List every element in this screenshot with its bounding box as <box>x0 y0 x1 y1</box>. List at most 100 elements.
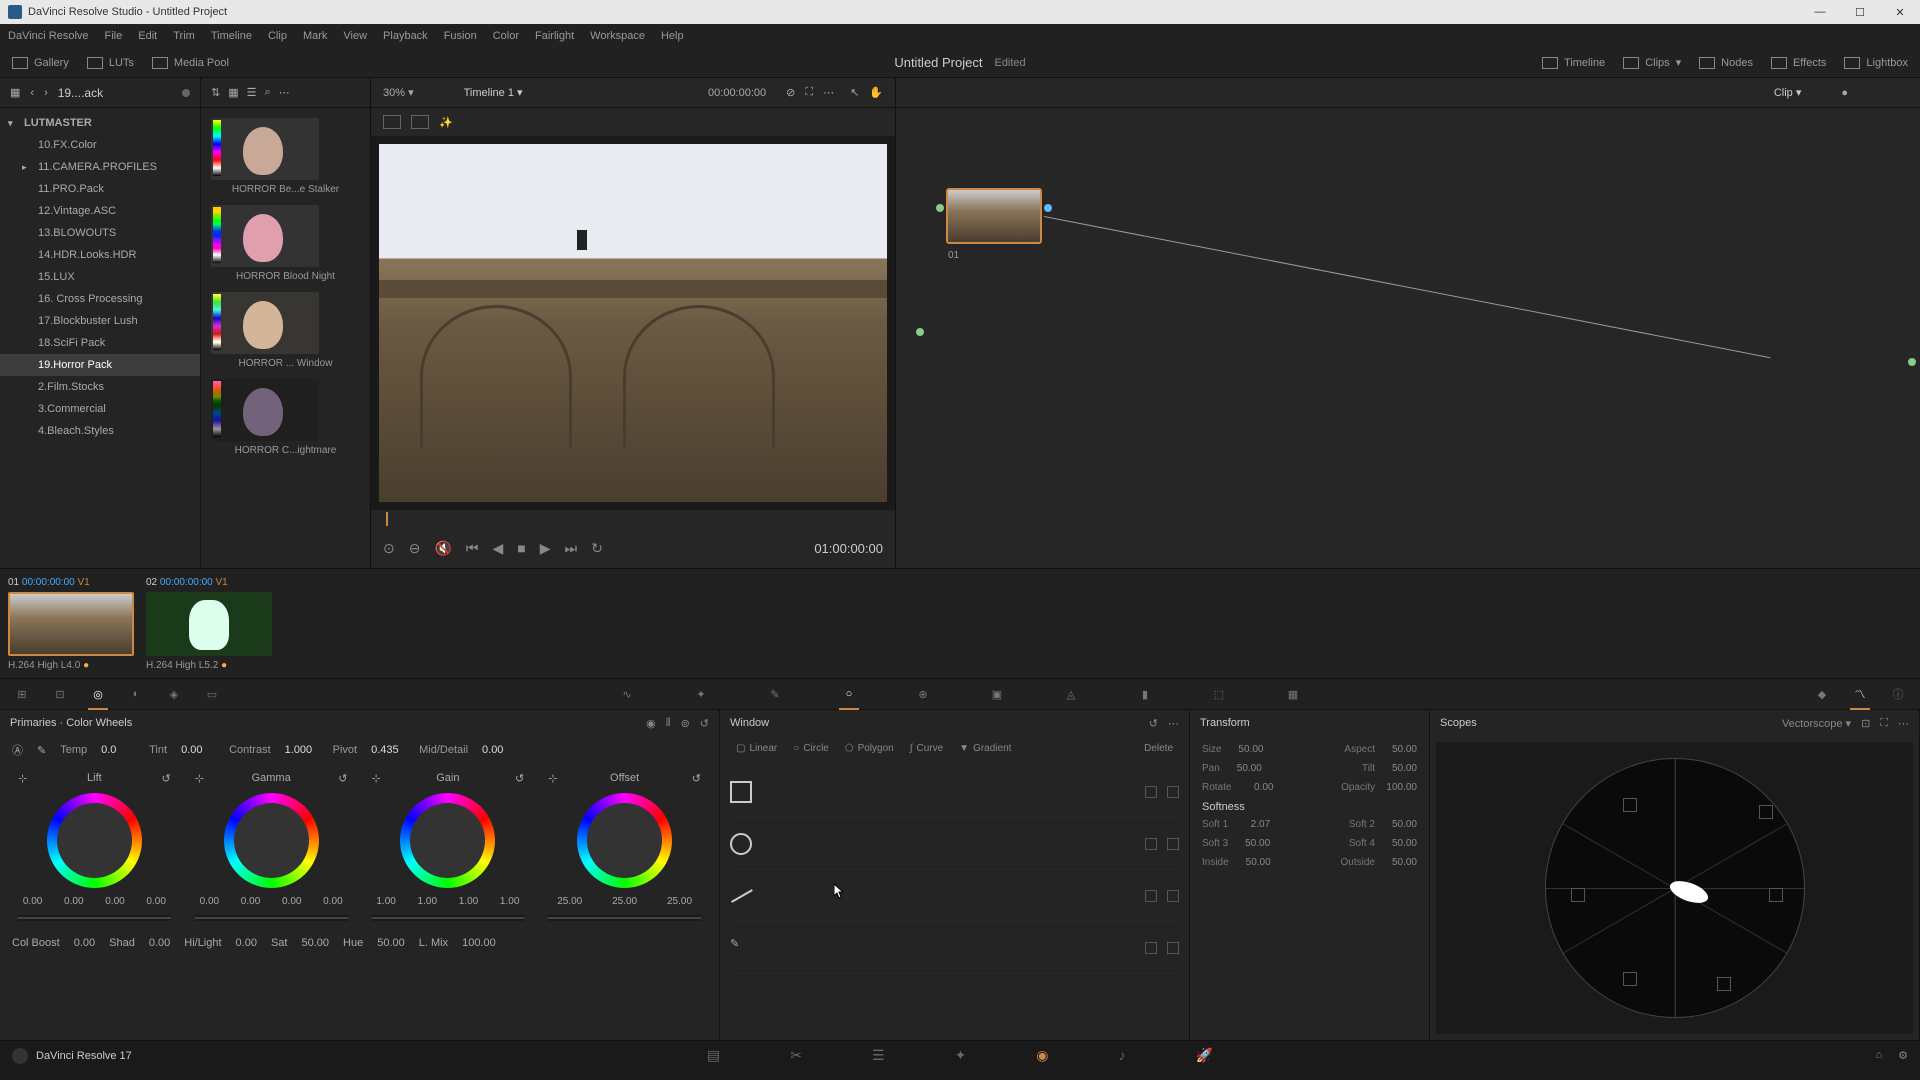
bypass-icon[interactable]: ⊘ <box>786 86 795 99</box>
window-item-circle[interactable] <box>730 818 1179 870</box>
adj-value[interactable]: 100.00 <box>462 937 496 949</box>
zoom-dropdown[interactable]: 30% ▾ <box>383 86 414 99</box>
wheel-master[interactable] <box>18 915 171 921</box>
wn-tg[interactable] <box>1145 838 1157 850</box>
stop-icon[interactable]: ■ <box>517 540 525 556</box>
sizing-icon[interactable]: ⬚ <box>1209 684 1229 704</box>
sort-icon[interactable]: ⇅ <box>211 86 220 99</box>
menu-fairlight[interactable]: Fairlight <box>535 30 574 42</box>
clip-thumb[interactable]: 01 00:00:00:00 V1H.264 High L4.0 ● <box>8 577 138 670</box>
tf-value[interactable]: 50.00 <box>1381 857 1417 868</box>
wheel-picker-icon[interactable]: ⊹ <box>372 772 381 785</box>
tree-item[interactable]: 14.HDR.Looks.HDR <box>0 244 200 266</box>
mediapool-button[interactable]: Media Pool <box>152 57 229 69</box>
wheel-reset-icon[interactable]: ↺ <box>162 772 171 785</box>
nodes-button[interactable]: Nodes <box>1699 57 1753 69</box>
contrast-value[interactable]: 1.000 <box>285 744 319 756</box>
grid-icon[interactable]: ▦ <box>228 86 238 99</box>
scrubber[interactable] <box>383 510 883 528</box>
expand-icon[interactable]: ⛶ <box>805 86 813 99</box>
window-more-icon[interactable]: ⋯ <box>1168 717 1179 730</box>
tf-value[interactable]: 100.00 <box>1381 782 1417 793</box>
curves-icon[interactable]: ∿ <box>617 684 637 704</box>
motion-icon[interactable]: ▭ <box>202 684 222 704</box>
wn-tg[interactable] <box>1167 890 1179 902</box>
key-icon[interactable]: ▮ <box>1135 684 1155 704</box>
loop-icon[interactable]: ⊙ <box>383 540 395 557</box>
scope-opt-icon[interactable]: ⊡ <box>1861 717 1870 730</box>
gradient-tab[interactable]: ▼ Gradient <box>953 741 1017 756</box>
tree-item[interactable]: 11.PRO.Pack <box>0 178 200 200</box>
wheel-value[interactable]: 25.00 <box>557 896 582 907</box>
menu-fusion[interactable]: Fusion <box>444 30 477 42</box>
play-timecode[interactable]: 01:00:00:00 <box>814 541 883 556</box>
qualifier-icon[interactable]: ✎ <box>765 684 785 704</box>
rewind-icon[interactable]: ◀ <box>493 540 504 557</box>
menu-davinci[interactable]: DaVinci Resolve <box>8 30 89 42</box>
fusion-page-icon[interactable]: ✦ <box>955 1047 967 1064</box>
delete-tab[interactable]: Delete <box>1138 741 1179 756</box>
wn-tg[interactable] <box>1145 890 1157 902</box>
window-reset-icon[interactable]: ↺ <box>1149 717 1158 730</box>
log-mode-icon[interactable]: ⊚ <box>681 717 690 730</box>
tf-value[interactable]: 50.00 <box>1227 744 1263 755</box>
wn-tg[interactable] <box>1145 942 1157 954</box>
clip-dropdown[interactable]: Clip ▾ <box>1774 86 1802 99</box>
wn-tg[interactable] <box>1167 942 1179 954</box>
color-match-icon[interactable]: ⊡ <box>50 684 70 704</box>
viewer-tool-2[interactable] <box>411 115 429 129</box>
node-output[interactable] <box>1908 358 1916 366</box>
menu-mark[interactable]: Mark <box>303 30 327 42</box>
lut-thumb[interactable]: HORROR Blood Night <box>211 205 360 282</box>
next-clip-icon[interactable]: ⏭ <box>565 540 578 557</box>
tf-value[interactable]: 50.00 <box>1381 838 1417 849</box>
match-icon[interactable]: ⊖ <box>409 540 421 557</box>
adj-value[interactable]: 50.00 <box>301 937 329 949</box>
luts-button[interactable]: LUTs <box>87 57 134 69</box>
effects-button[interactable]: Effects <box>1771 57 1826 69</box>
linear-tab[interactable]: ▢ Linear <box>730 741 783 756</box>
curve-tab[interactable]: ∫ Curve <box>904 741 949 756</box>
node-conn-out[interactable] <box>1044 204 1052 212</box>
scope-type-dropdown[interactable]: Vectorscope ▾ <box>1782 717 1851 730</box>
viewer-canvas[interactable] <box>371 136 895 510</box>
mute-icon[interactable]: 🔇 <box>434 540 451 557</box>
scope-expand-icon[interactable]: ⛶ <box>1880 717 1888 730</box>
auto-icon[interactable]: Ⓐ <box>12 742 23 758</box>
wheel-mode-icon[interactable]: ◉ <box>646 717 656 730</box>
wn-tg[interactable] <box>1167 838 1179 850</box>
menu-trim[interactable]: Trim <box>173 30 195 42</box>
info-icon[interactable]: ⓘ <box>1888 684 1908 704</box>
nav-fwd-icon[interactable]: › <box>44 87 48 99</box>
prev-clip-icon[interactable]: ⏮ <box>466 540 479 557</box>
middetail-value[interactable]: 0.00 <box>482 744 516 756</box>
cut-page-icon[interactable]: ✂ <box>790 1047 802 1064</box>
circle-tab[interactable]: ○ Circle <box>787 741 835 756</box>
wheel-value[interactable]: 0.00 <box>64 896 83 907</box>
timeline-button[interactable]: Timeline <box>1542 57 1605 69</box>
tf-value[interactable]: 50.00 <box>1381 763 1417 774</box>
adj-value[interactable]: 50.00 <box>377 937 405 949</box>
home-icon[interactable]: ⌂ <box>1875 1049 1882 1062</box>
3d-icon[interactable]: ▦ <box>1283 684 1303 704</box>
hdr-icon[interactable]: ◐ <box>126 684 146 704</box>
blur-icon[interactable]: ◬ <box>1061 684 1081 704</box>
wn-tg[interactable] <box>1167 786 1179 798</box>
magic-mask-icon[interactable]: ▣ <box>987 684 1007 704</box>
wheel[interactable] <box>47 793 142 888</box>
edit-page-icon[interactable]: ☰ <box>872 1047 885 1064</box>
list-icon[interactable]: ☰ <box>247 86 257 99</box>
tree-root[interactable]: ▾LUTMASTER <box>0 112 200 134</box>
maximize-button[interactable]: ☐ <box>1840 0 1880 24</box>
window-item-rect[interactable] <box>730 766 1179 818</box>
wheel-master[interactable] <box>195 915 348 921</box>
search-icon[interactable]: ⌕ <box>265 86 271 99</box>
wand-icon[interactable]: ✨ <box>439 116 453 129</box>
wheel-value[interactable]: 0.00 <box>241 896 260 907</box>
menu-help[interactable]: Help <box>661 30 684 42</box>
tf-value[interactable]: 2.07 <box>1234 819 1270 830</box>
wheel-value[interactable]: 1.00 <box>418 896 437 907</box>
wheel-picker-icon[interactable]: ⊹ <box>548 772 557 785</box>
wheel-master[interactable] <box>372 915 525 921</box>
menu-timeline[interactable]: Timeline <box>211 30 252 42</box>
